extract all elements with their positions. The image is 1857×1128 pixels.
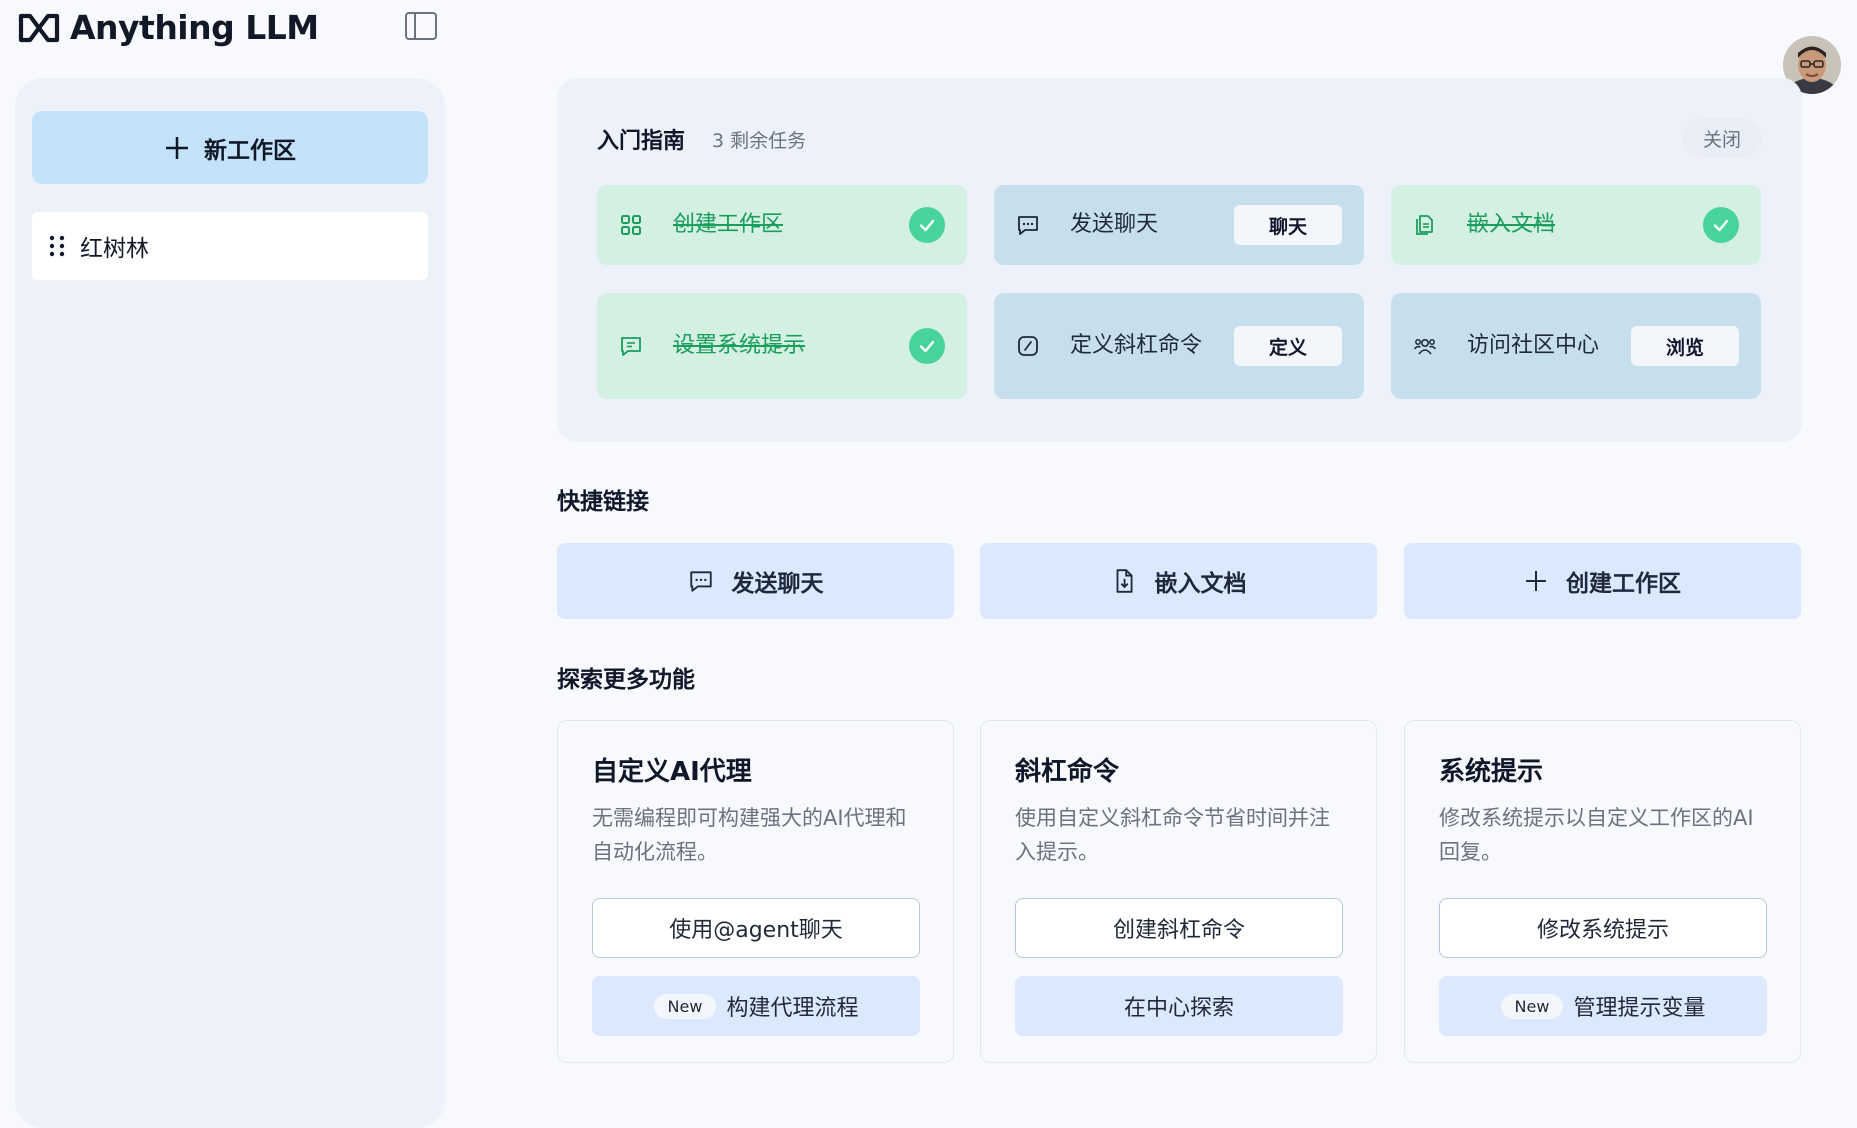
card-title: 自定义AI代理 <box>592 757 752 787</box>
quick-link-embed-document[interactable]: 嵌入文档 <box>980 543 1377 619</box>
card-title: 斜杠命令 <box>1015 757 1120 787</box>
logo-icon <box>18 13 60 42</box>
card-description: 无需编程即可构建强大的AI代理和自动化流程。 <box>592 806 907 864</box>
task-set-system-prompt[interactable]: 设置系统提示 <box>597 293 967 399</box>
task-create-workspace[interactable]: 创建工作区 <box>597 185 967 265</box>
chat-action-button[interactable]: 聊天 <box>1234 205 1342 245</box>
task-send-chat[interactable]: 发送聊天 聊天 <box>994 185 1364 265</box>
card-description: 修改系统提示以自定义工作区的AI回复。 <box>1439 806 1754 864</box>
checkmark-icon <box>909 328 945 364</box>
quick-link-label: 嵌入文档 <box>1154 571 1247 597</box>
slash-icon <box>1018 336 1038 356</box>
new-badge: New <box>1500 993 1564 1019</box>
plus-icon <box>1526 571 1546 591</box>
button-label: 构建代理流程 <box>726 996 859 1021</box>
file-download-icon <box>1116 569 1133 593</box>
document-icon <box>1416 215 1433 235</box>
logo-text: Anything LLM <box>70 8 319 47</box>
browse-action-button[interactable]: 浏览 <box>1631 326 1739 366</box>
chat-bubble-icon <box>689 571 712 592</box>
define-action-button[interactable]: 定义 <box>1234 326 1342 366</box>
feature-card-system-prompt: 系统提示 修改系统提示以自定义工作区的AI回复。 修改系统提示 New 管理提示… <box>1404 720 1801 1063</box>
new-badge: New <box>653 993 717 1019</box>
feature-card-ai-agent: 自定义AI代理 无需编程即可构建强大的AI代理和自动化流程。 使用@agent聊… <box>557 720 954 1063</box>
task-label: 发送聊天 <box>1070 212 1159 237</box>
plus-icon <box>166 136 188 159</box>
sidebar: 新工作区 红树林 <box>15 78 445 1128</box>
chat-with-agent-button[interactable]: 使用@agent聊天 <box>592 898 920 958</box>
new-workspace-button[interactable]: 新工作区 <box>32 111 428 184</box>
feature-card-slash-commands: 斜杠命令 使用自定义斜杠命令节省时间并注入提示。 创建斜杠命令 在中心探索 <box>980 720 1377 1063</box>
task-label: 定义斜杠命令 <box>1070 333 1203 358</box>
task-label: 创建工作区 <box>673 212 784 237</box>
task-embed-document[interactable]: 嵌入文档 <box>1391 185 1761 265</box>
sidebar-panel-icon <box>405 12 437 40</box>
grid-icon <box>621 215 641 235</box>
task-visit-community-hub[interactable]: 访问社区中心 浏览 <box>1391 293 1761 399</box>
button-label: 在中心探索 <box>1123 996 1234 1021</box>
task-label: 嵌入文档 <box>1467 212 1556 237</box>
chat-bubble-icon <box>1018 216 1038 235</box>
checkmark-icon <box>1703 207 1739 243</box>
workspace-item[interactable]: 红树林 <box>32 212 428 280</box>
explore-title: 探索更多功能 <box>557 667 695 693</box>
getting-started-panel: 入门指南 3 剩余任务 关闭 创建工作区 发送聊天 聊天 嵌入文档 设置系统提示… <box>557 78 1802 442</box>
task-label: 访问社区中心 <box>1467 333 1600 358</box>
checkmark-icon <box>909 207 945 243</box>
drag-handle-icon[interactable] <box>48 234 66 258</box>
quick-link-send-chat[interactable]: 发送聊天 <box>557 543 954 619</box>
manage-prompt-variables-button[interactable]: New 管理提示变量 <box>1439 976 1767 1036</box>
app-logo: Anything LLM <box>18 8 319 47</box>
new-workspace-label: 新工作区 <box>204 137 296 164</box>
task-label: 设置系统提示 <box>673 333 806 358</box>
quick-link-label: 发送聊天 <box>731 571 824 597</box>
task-define-slash-command[interactable]: 定义斜杠命令 定义 <box>994 293 1364 399</box>
quick-links-title: 快捷链接 <box>557 489 649 515</box>
card-title: 系统提示 <box>1439 757 1544 787</box>
edit-system-prompt-button[interactable]: 修改系统提示 <box>1439 898 1767 958</box>
quick-link-label: 创建工作区 <box>1566 571 1681 597</box>
build-agent-flow-button[interactable]: New 构建代理流程 <box>592 976 920 1036</box>
create-slash-command-button[interactable]: 创建斜杠命令 <box>1015 898 1343 958</box>
card-description: 使用自定义斜杠命令节省时间并注入提示。 <box>1015 806 1330 864</box>
workspace-label: 红树林 <box>80 236 149 262</box>
quick-link-create-workspace[interactable]: 创建工作区 <box>1404 543 1801 619</box>
button-label: 管理提示变量 <box>1573 996 1706 1021</box>
close-button[interactable]: 关闭 <box>1682 118 1762 158</box>
getting-started-title: 入门指南 <box>597 129 686 154</box>
remaining-tasks-count: 3 剩余任务 <box>712 130 807 152</box>
explore-hub-button[interactable]: 在中心探索 <box>1015 976 1343 1036</box>
message-square-icon <box>621 337 641 356</box>
users-icon <box>1413 339 1437 355</box>
sidebar-toggle-button[interactable] <box>404 10 438 42</box>
